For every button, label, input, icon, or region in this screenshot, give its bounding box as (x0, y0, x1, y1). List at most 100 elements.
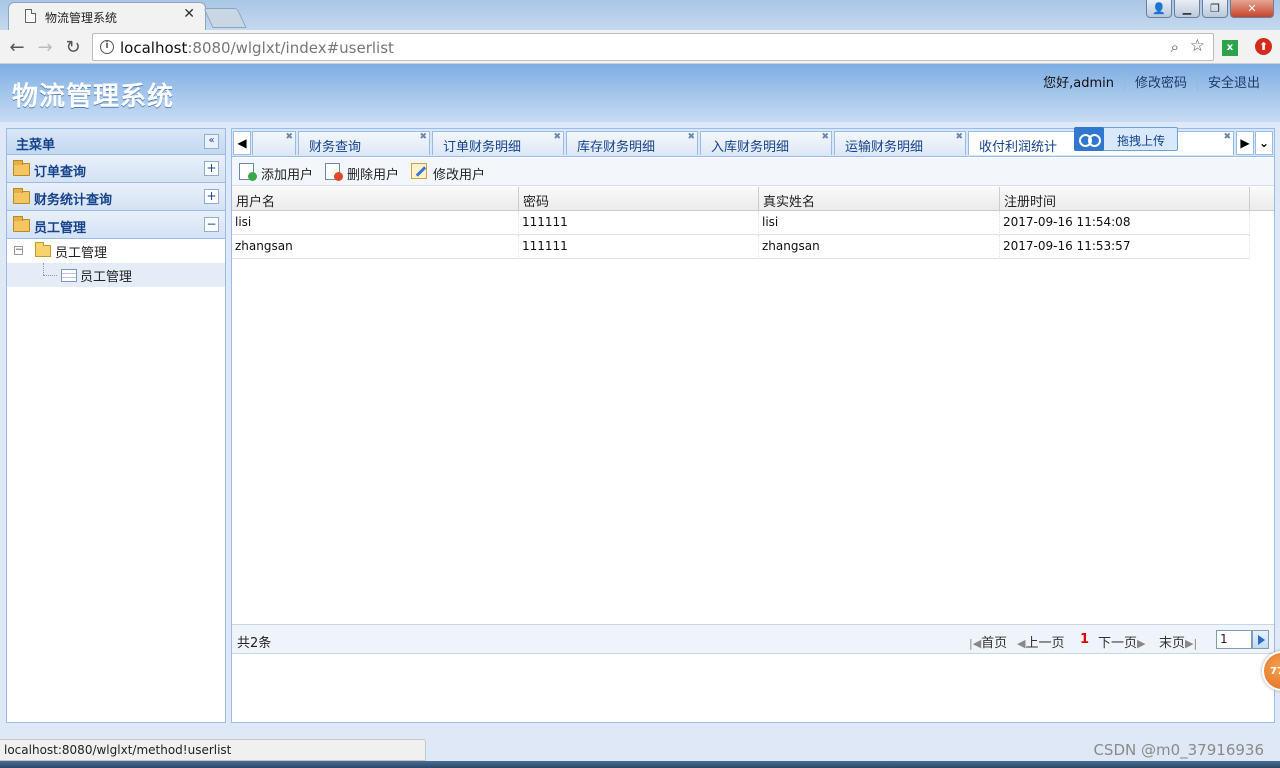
tab-close-icon[interactable]: ✖ (955, 132, 963, 142)
change-password-link[interactable]: 修改密码 (1123, 72, 1197, 91)
close-tab-icon[interactable]: ✕ (183, 6, 195, 22)
column-header-password[interactable]: 密码 (519, 187, 759, 211)
tab-label: 运输财务明细 (845, 140, 924, 155)
add-user-label: 添加用户 (261, 168, 314, 183)
tab-hidden[interactable]: ✖ (252, 131, 296, 155)
address-bar[interactable]: i localhost:8080/wlglxt/index#userlist ⌕… (92, 33, 1214, 61)
tab-list-icon[interactable]: ⌄ (1255, 131, 1273, 155)
tab-strip: ◀ ✖ 财务查询 ✖ 订单财务明细 ✖ 库存财务明细 ✖ 入库财务明细 ✖ 运输… (232, 127, 1274, 157)
expand-icon[interactable]: + (204, 161, 219, 176)
open-folder-icon (35, 242, 51, 257)
extension-excel-icon[interactable]: x (1222, 40, 1238, 56)
go-page-icon[interactable] (1252, 630, 1269, 649)
folder-icon (13, 160, 30, 176)
tree-folder-staff[interactable]: − 员工管理 (7, 239, 225, 263)
logout-link[interactable]: 安全退出 (1196, 72, 1270, 91)
upload-label: 拖拽上传 (1117, 134, 1166, 148)
tab-close-icon[interactable]: ✖ (821, 132, 829, 142)
badge-text: 77 (1270, 666, 1280, 677)
tab-close-icon[interactable]: ✖ (687, 132, 695, 142)
cell-username: zhangsan (232, 235, 519, 259)
main-menu-panel: 主菜单 « 订单查询 + 财务统计查询 + 员工管理 − − 员工管理 员工管理 (6, 128, 226, 723)
grid-icon (61, 269, 77, 282)
edit-user-button[interactable]: 修改用户 (411, 163, 491, 183)
tab-close-icon[interactable]: ✖ (553, 132, 561, 142)
extension-upload-icon[interactable]: ⬆ (1255, 38, 1272, 55)
accordion-label: 订单查询 (34, 165, 87, 180)
expand-icon[interactable]: + (204, 189, 219, 204)
collapse-menu-icon[interactable]: « (204, 134, 219, 149)
window-close-button[interactable]: ✕ (1230, 0, 1274, 18)
back-arrow-icon[interactable]: ← (6, 36, 28, 58)
bookmark-star-icon[interactable]: ☆ (1190, 36, 1205, 56)
accordion-label: 员工管理 (34, 221, 87, 236)
accordion-finance[interactable]: 财务统计查询 + (7, 183, 225, 211)
tree-item-staff[interactable]: 员工管理 (7, 263, 225, 287)
prev-page-button[interactable]: ◀上一页 (1017, 632, 1064, 651)
tree-collapse-icon[interactable]: − (14, 246, 23, 255)
maximize-button[interactable]: ❐ (1202, 0, 1228, 18)
add-user-button[interactable]: 添加用户 (239, 163, 319, 183)
minimize-button[interactable]: ▁ (1174, 0, 1200, 18)
cell-realname: lisi (759, 211, 1000, 235)
tab-inventory-finance[interactable]: 库存财务明细 ✖ (566, 131, 698, 155)
url-text: localhost:8080/wlglxt/index#userlist (120, 39, 394, 57)
tab-label: 财务查询 (309, 140, 362, 155)
last-page-button[interactable]: 末页▶| (1159, 632, 1197, 651)
cell-regtime: 2017-09-16 11:54:08 (1000, 211, 1250, 235)
browser-tab[interactable]: 物流管理系统 ✕ (8, 2, 206, 30)
delete-user-icon (325, 163, 343, 181)
tab-close-icon[interactable]: ✖ (285, 132, 293, 142)
accordion-staff[interactable]: 员工管理 − (7, 211, 225, 239)
cell-realname: zhangsan (759, 235, 1000, 259)
reload-icon[interactable]: ↻ (62, 36, 84, 58)
column-header-regtime[interactable]: 注册时间 (1000, 187, 1250, 211)
tab-transport-finance[interactable]: 运输财务明细 ✖ (834, 131, 966, 155)
window-controls: 👤 ▁ ❐ ✕ (1146, 0, 1274, 18)
cell-password: 111111 (519, 235, 759, 259)
table-row[interactable]: zhangsan 111111 zhangsan 2017-09-16 11:5… (232, 235, 1250, 259)
app-title: 物流管理系统 (12, 82, 175, 112)
total-count: 共2条 (237, 636, 272, 651)
next-page-icon: ▶ (1137, 637, 1146, 650)
grid-toolbar: 添加用户 删除用户 修改用户 (232, 158, 1274, 186)
accordion-orders[interactable]: 订单查询 + (7, 155, 225, 183)
forward-arrow-icon[interactable]: → (34, 36, 56, 58)
current-page: 1 (1080, 632, 1090, 647)
tab-scroll-left-icon[interactable]: ◀ (233, 131, 251, 155)
accordion-label: 财务统计查询 (34, 193, 113, 208)
tab-stockin-finance[interactable]: 入库财务明细 ✖ (700, 131, 832, 155)
tab-close-icon[interactable]: ✖ (419, 132, 427, 142)
first-page-icon: |◀ (969, 637, 982, 650)
drag-upload-button[interactable]: 拖拽上传 (1074, 127, 1178, 151)
main-menu-title: 主菜单 (16, 138, 56, 153)
new-tab-button[interactable] (203, 8, 247, 28)
tree-item-label: 员工管理 (80, 270, 133, 285)
collapse-icon[interactable]: − (204, 217, 219, 232)
next-page-button[interactable]: 下一页▶ (1098, 632, 1145, 651)
page-number-input[interactable]: 1 (1216, 630, 1252, 649)
pagination-bar: 共2条 |◀首页 ◀上一页 1 下一页▶ 末页▶| 1 (232, 624, 1274, 654)
tab-close-icon[interactable]: ✖ (1223, 132, 1231, 142)
info-icon[interactable]: i (100, 40, 114, 54)
cell-regtime: 2017-09-16 11:53:57 (1000, 235, 1250, 259)
cell-username: lisi (232, 211, 519, 235)
user-icon[interactable]: 👤 (1146, 0, 1172, 18)
column-header-realname[interactable]: 真实姓名 (759, 187, 1000, 211)
edit-user-label: 修改用户 (433, 168, 486, 183)
tree-line (43, 263, 44, 275)
main-panel: ◀ ✖ 财务查询 ✖ 订单财务明细 ✖ 库存财务明细 ✖ 入库财务明细 ✖ 运输… (231, 127, 1275, 723)
delete-user-button[interactable]: 删除用户 (325, 163, 405, 183)
column-header-username[interactable]: 用户名 (232, 187, 519, 211)
first-page-button[interactable]: |◀首页 (969, 632, 1007, 651)
cloud-icon (1074, 127, 1104, 151)
tab-finance-query[interactable]: 财务查询 ✖ (298, 131, 430, 155)
table-header: 用户名 密码 真实姓名 注册时间 (232, 187, 1274, 211)
zoom-icon[interactable]: ⌕ (1171, 38, 1179, 56)
tab-scroll-right-icon[interactable]: ▶ (1236, 131, 1254, 155)
folder-icon (13, 216, 30, 232)
user-table: 用户名 密码 真实姓名 注册时间 lisi 111111 lisi 2017-0… (232, 187, 1274, 259)
table-row[interactable]: lisi 111111 lisi 2017-09-16 11:54:08 (232, 211, 1250, 235)
folder-icon (13, 188, 30, 204)
tab-order-finance[interactable]: 订单财务明细 ✖ (432, 131, 564, 155)
